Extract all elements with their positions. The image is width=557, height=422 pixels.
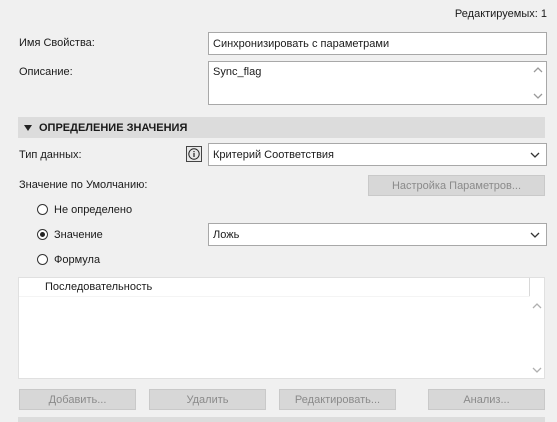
collapse-triangle-icon[interactable] xyxy=(24,124,32,131)
radio-formula[interactable]: Формула xyxy=(37,253,157,268)
property-name-value: Синхронизировать с параметрами xyxy=(213,37,390,50)
data-type-value: Критерий Соответствия xyxy=(213,148,335,161)
value-definition-section[interactable]: ОПРЕДЕЛЕНИЕ ЗНАЧЕНИЯ xyxy=(18,117,545,138)
delete-button[interactable]: Удалить xyxy=(149,389,266,410)
description-value: Sync_flag xyxy=(213,66,262,78)
radio-circle[interactable] xyxy=(37,204,48,215)
radio-circle[interactable] xyxy=(37,254,48,265)
radio-undefined[interactable]: Не определено xyxy=(37,203,157,218)
scroll-up-icon[interactable] xyxy=(533,66,543,74)
radio-value-label: Значение xyxy=(54,229,103,241)
radio-circle-selected[interactable] xyxy=(37,229,48,240)
radio-undefined-label: Не определено xyxy=(54,204,133,216)
radio-formula-label: Формула xyxy=(54,254,101,266)
description-textarea[interactable]: Sync_flag xyxy=(208,61,547,105)
section-title: ОПРЕДЕЛЕНИЕ ЗНАЧЕНИЯ xyxy=(39,121,188,134)
column-divider xyxy=(529,278,530,296)
info-icon[interactable] xyxy=(186,146,202,162)
property-name-input[interactable]: Синхронизировать с параметрами xyxy=(208,32,547,55)
chevron-down-icon xyxy=(530,152,540,158)
editable-count: Редактируемых: 1 xyxy=(454,8,547,20)
default-value-label: Значение по Умолчанию: xyxy=(19,179,148,191)
scroll-up-icon[interactable] xyxy=(532,302,542,310)
scroll-down-icon[interactable] xyxy=(533,92,543,100)
property-name-label: Имя Свойства: xyxy=(19,37,95,49)
sequence-list-header: Последовательность xyxy=(19,278,544,297)
value-select[interactable]: Ложь xyxy=(208,223,547,246)
analyze-button[interactable]: Анализ... xyxy=(428,389,545,410)
radio-value[interactable]: Значение xyxy=(37,228,157,243)
parameter-settings-button[interactable]: Настройка Параметров... xyxy=(368,175,545,196)
sequence-column-header[interactable]: Последовательность xyxy=(45,281,152,293)
data-type-label: Тип данных: xyxy=(19,149,82,161)
data-type-select[interactable]: Критерий Соответствия xyxy=(208,143,547,166)
description-label: Описание: xyxy=(19,66,73,78)
edit-button[interactable]: Редактировать... xyxy=(279,389,396,410)
sequence-list[interactable]: Последовательность xyxy=(18,277,545,379)
next-section-bar xyxy=(18,417,545,422)
add-button[interactable]: Добавить... xyxy=(19,389,136,410)
chevron-down-icon xyxy=(530,232,540,238)
value-select-value: Ложь xyxy=(213,228,240,241)
list-scrollbar[interactable] xyxy=(530,296,544,378)
scroll-down-icon[interactable] xyxy=(532,366,542,374)
